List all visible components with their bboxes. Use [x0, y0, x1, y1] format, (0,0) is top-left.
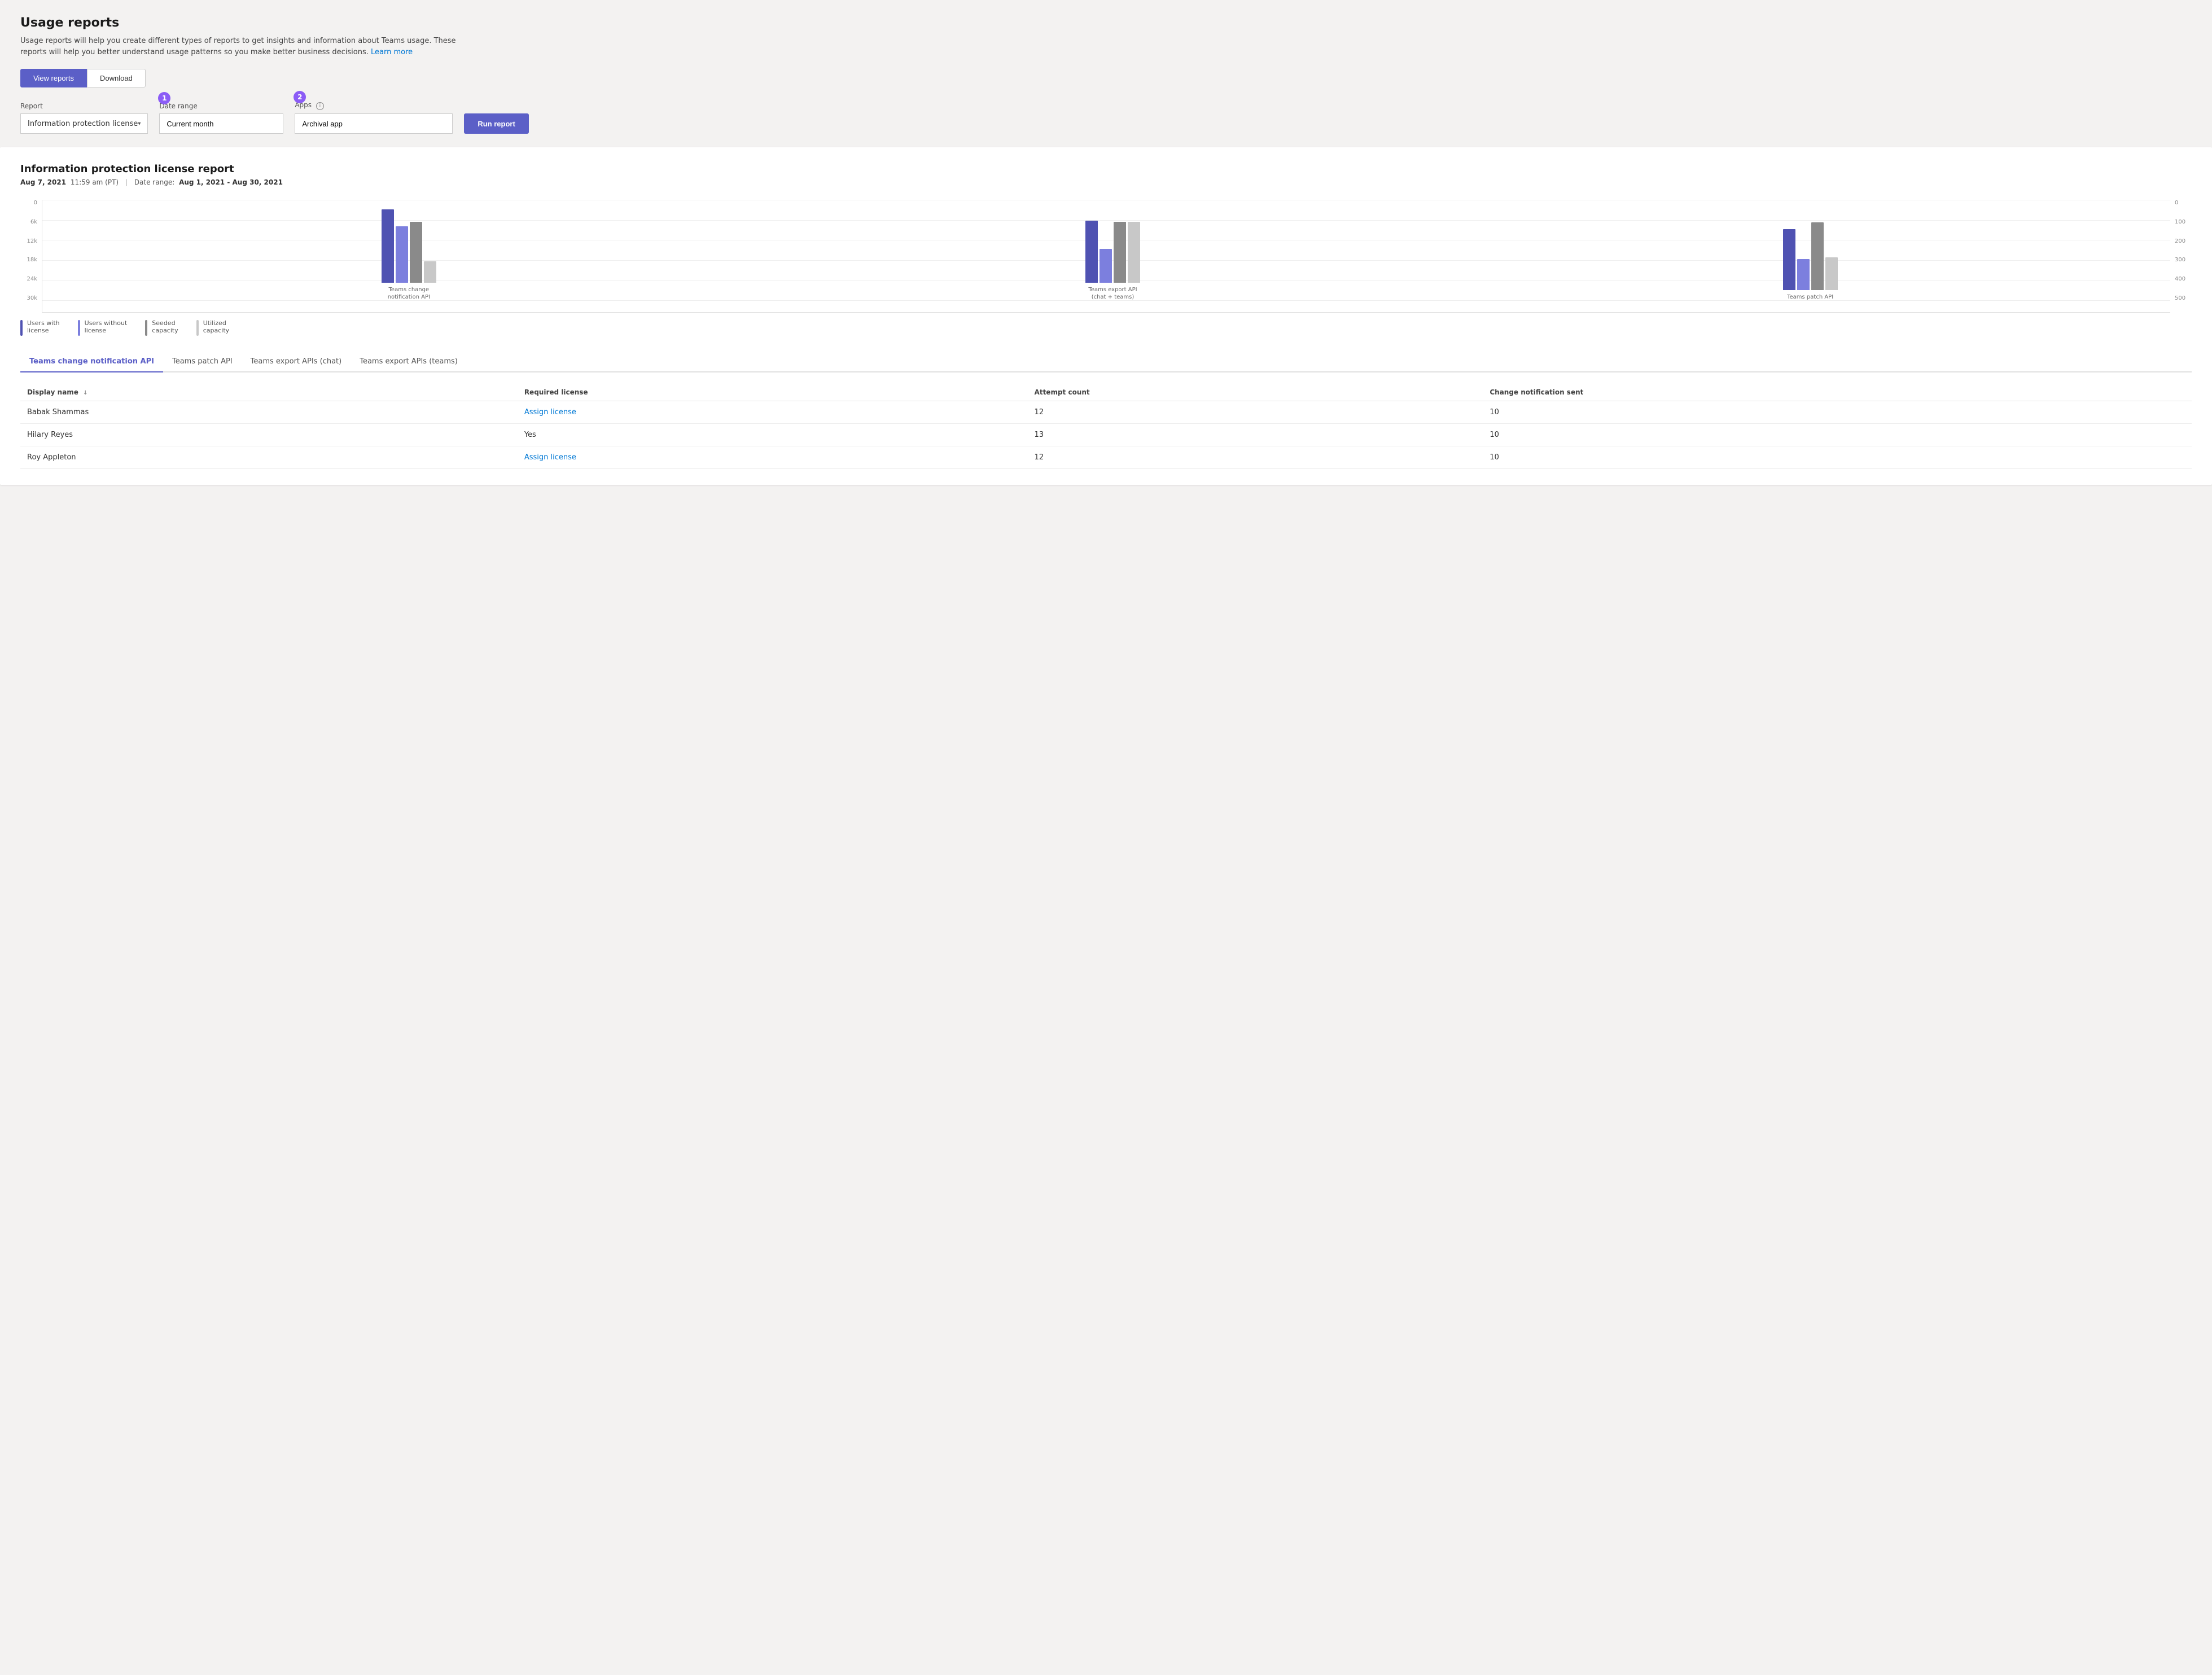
- date-range-input[interactable]: [159, 113, 283, 134]
- cell-notification-sent-1: 10: [1483, 401, 2192, 424]
- bar-2-lightgray: [1128, 222, 1140, 283]
- bar-group-3: Teams patch API: [1783, 222, 1838, 301]
- table-row: Babak Shammas Assign license 12 10: [20, 401, 2192, 424]
- bar-3-lightgray: [1825, 257, 1838, 290]
- cell-required-license-3: Assign license: [518, 446, 1028, 469]
- legend-utilized-capacity: Utilized capacity: [196, 319, 229, 336]
- bar-2-gray: [1114, 222, 1126, 283]
- data-tabs: Teams change notification API Teams patc…: [20, 352, 2192, 372]
- legend-color-purple: [78, 320, 80, 336]
- chart-area: Teams change notification API Teams expo…: [42, 200, 2170, 313]
- cell-display-name-2: Hilary Reyes: [20, 424, 518, 446]
- page-title: Usage reports: [20, 16, 2192, 30]
- top-section: Usage reports Usage reports will help yo…: [0, 0, 2212, 147]
- col-attempt-count: Attempt count: [1028, 384, 1483, 401]
- col-required-license: Required license: [518, 384, 1028, 401]
- learn-more-link[interactable]: Learn more: [371, 48, 413, 56]
- bar-3-purple: [1797, 259, 1810, 290]
- bar-label-1: Teams change notification API: [375, 286, 443, 301]
- col-change-notification: Change notification sent: [1483, 384, 2192, 401]
- tab-download[interactable]: Download: [87, 69, 146, 87]
- apps-info-icon[interactable]: i: [316, 102, 324, 110]
- legend-users-with-license: Users with license: [20, 319, 60, 336]
- data-tab-export-teams[interactable]: Teams export APIs (teams): [351, 352, 467, 372]
- sort-icon-display-name[interactable]: ↓: [83, 390, 87, 396]
- cell-notification-sent-3: 10: [1483, 446, 2192, 469]
- data-tab-patch-api[interactable]: Teams patch API: [163, 352, 242, 372]
- data-tab-export-chat[interactable]: Teams export APIs (chat): [242, 352, 351, 372]
- table-row: Hilary Reyes Yes 13 10: [20, 424, 2192, 446]
- assign-license-link-3[interactable]: Assign license: [524, 453, 576, 462]
- date-range-label: Date range: [159, 102, 283, 110]
- apps-filter-group: 2 Apps i: [295, 101, 453, 134]
- data-table: Display name ↓ Required license Attempt …: [20, 384, 2192, 469]
- data-tab-change-notification[interactable]: Teams change notification API: [20, 352, 163, 372]
- cell-attempt-count-1: 12: [1028, 401, 1483, 424]
- bar-1-gray: [410, 222, 422, 283]
- table-header-row: Display name ↓ Required license Attempt …: [20, 384, 2192, 401]
- report-card: Information protection license report Au…: [0, 147, 2212, 485]
- cell-display-name-3: Roy Appleton: [20, 446, 518, 469]
- chart-groups: Teams change notification API Teams expo…: [42, 200, 2170, 301]
- report-meta: Aug 7, 2021 11:59 am (PT) | Date range: …: [20, 178, 2192, 186]
- apps-label: Apps i: [295, 101, 453, 110]
- run-report-button[interactable]: Run report: [464, 113, 528, 134]
- bar-group-2: Teams export API(chat + teams): [1085, 221, 1140, 301]
- chart-legend: Users with license Users without license…: [20, 319, 2192, 336]
- date-range-filter-group: 1 Date range: [159, 102, 283, 134]
- y-axis-left: 30k 24k 18k 12k 6k 0: [20, 200, 42, 313]
- cell-attempt-count-2: 13: [1028, 424, 1483, 446]
- bar-label-3: Teams patch API: [1787, 293, 1833, 301]
- report-filter-group: Report Information protection license ▾: [20, 102, 148, 134]
- apps-input[interactable]: [295, 113, 453, 134]
- bar-1-lightgray: [424, 261, 436, 283]
- page-description: Usage reports will help you create diffe…: [20, 36, 472, 58]
- bar-3-blue: [1783, 229, 1795, 290]
- legend-users-without-license: Users without license: [78, 319, 128, 336]
- report-select-value: Information protection license: [28, 120, 138, 128]
- chart-container: 30k 24k 18k 12k 6k 0: [20, 200, 2192, 313]
- report-select[interactable]: Information protection license ▾: [20, 113, 148, 134]
- bar-label-2: Teams export API(chat + teams): [1088, 286, 1137, 301]
- table-row: Roy Appleton Assign license 12 10: [20, 446, 2192, 469]
- legend-color-lightgray: [196, 320, 199, 336]
- bar-3-gray: [1811, 222, 1824, 290]
- cell-attempt-count-3: 12: [1028, 446, 1483, 469]
- filters-row: Report Information protection license ▾ …: [20, 101, 2192, 134]
- legend-seeded-capacity: Seeded capacity: [145, 319, 178, 336]
- tab-view-reports[interactable]: View reports: [20, 69, 87, 87]
- assign-license-link-1[interactable]: Assign license: [524, 408, 576, 416]
- legend-color-gray: [145, 320, 147, 336]
- bar-group-1: Teams change notification API: [375, 209, 443, 301]
- cell-display-name-1: Babak Shammas: [20, 401, 518, 424]
- bar-1-purple: [396, 226, 408, 283]
- legend-color-blue: [20, 320, 23, 336]
- cell-notification-sent-2: 10: [1483, 424, 2192, 446]
- report-label: Report: [20, 102, 148, 110]
- bar-1-blue: [382, 209, 394, 283]
- cell-required-license-2: Yes: [518, 424, 1028, 446]
- report-title: Information protection license report: [20, 163, 2192, 175]
- col-display-name: Display name ↓: [20, 384, 518, 401]
- bar-2-blue: [1085, 221, 1098, 283]
- chevron-down-icon: ▾: [138, 121, 141, 127]
- tab-bar: View reports Download: [20, 69, 2192, 87]
- y-axis-right: 500 400 300 200 100 0: [2170, 200, 2192, 313]
- cell-required-license-1: Assign license: [518, 401, 1028, 424]
- bar-2-purple: [1100, 249, 1112, 283]
